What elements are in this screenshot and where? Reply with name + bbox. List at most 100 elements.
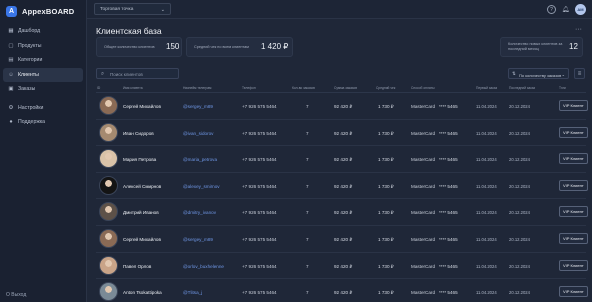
table-row[interactable]: Дмитрий Иванов @dmitry_ivanov +7 926 575 5…	[96, 199, 588, 226]
column-header[interactable]: Тэги	[559, 86, 566, 90]
tag-badge[interactable]: VIP Клиент	[559, 286, 588, 298]
cell-card: MasterCard	[411, 183, 435, 189]
table-row[interactable]: Иван Сидоров @ivan_sidorov +7 926 575 5464…	[96, 120, 588, 147]
cell-username[interactable]: @maria_petrova	[183, 157, 217, 162]
cell-card: MasterCard	[411, 210, 435, 216]
cell-avg: 1 730 ₽	[378, 210, 394, 216]
app-root: A AppexBOARD ▦ Дашборд ▢ Продукты ▤ Категории…	[0, 0, 592, 302]
cell-orders: 7	[306, 104, 309, 109]
column-header[interactable]: Последний заказ	[509, 86, 535, 90]
table-row[interactable]: Сергей Михайлов @sergey_m89 +7 926 575 546…	[96, 226, 588, 253]
tag-badge[interactable]: VIP Клиент	[559, 126, 588, 138]
avatar	[99, 255, 118, 275]
sidebar-item-6[interactable]: ● Поддержка	[3, 115, 83, 130]
cell-username[interactable]: @Tlitsa_j	[183, 290, 202, 295]
column-header[interactable]: Имя клиента	[123, 86, 143, 90]
column-header[interactable]: ID	[97, 86, 100, 90]
sidebar-item-2[interactable]: ▤ Категории	[3, 53, 83, 68]
cell-orders: 7	[306, 183, 309, 189]
cell-last: 20.12.2024	[509, 157, 530, 163]
sidebar-item-0[interactable]: ▦ Дашборд	[3, 24, 83, 39]
avatar	[99, 149, 118, 169]
table-row[interactable]: Алексей Смирнов @alexey_smirnov +7 926 575…	[96, 173, 588, 200]
cart-icon: ▣	[8, 86, 14, 93]
cell-card: MasterCard	[411, 104, 435, 109]
tag-badge[interactable]: VIP Клиент	[559, 100, 588, 111]
filter-icon[interactable]: ≡	[574, 68, 585, 79]
sidebar-item-label: Заказы	[18, 86, 36, 93]
stat-new-clients: Количество новых клиентов за последний м…	[500, 37, 583, 57]
column-header[interactable]: Средний чек	[376, 86, 395, 90]
tag-badge[interactable]: VIP Клиент	[559, 179, 588, 191]
cell-orders: 7	[306, 236, 309, 242]
sidebar-item-label: Дашборд	[18, 28, 41, 35]
cell-last: 20.12.2024	[509, 290, 530, 296]
cell-card: MasterCard	[411, 236, 435, 242]
sidebar-item-1[interactable]: ▢ Продукты	[3, 39, 83, 54]
chevron-down-icon: ⌄	[160, 6, 165, 13]
clients-table: ID Имя клиента Никнейм телеграм Телефон Кол-…	[96, 83, 588, 302]
box-icon: ▢	[8, 42, 14, 49]
search-input[interactable]: ⌕ Поиск клиентов	[96, 68, 179, 79]
cell-name: Мария Петрова	[123, 157, 157, 163]
cell-username[interactable]: @dmitry_ivanov	[183, 210, 216, 215]
sidebar-item-5[interactable]: ⚙ Настройки	[3, 101, 83, 116]
cell-username[interactable]: @orlov_buxhelenne	[183, 264, 224, 269]
table-row[interactable]: Мария Петрова @maria_petrova +7 926 575 54…	[96, 146, 588, 173]
cell-avg: 1 730 ₽	[378, 130, 394, 136]
cell-first: 11.04.2024	[476, 236, 497, 242]
cell-username[interactable]: @sergey_m89	[183, 104, 213, 109]
table-row[interactable]: Сергей Михайлов @sergey_m89 +7 926 575 546…	[96, 93, 588, 120]
help-icon[interactable]: ?	[547, 5, 556, 14]
cell-username[interactable]: @ivan_sidorov	[183, 131, 213, 136]
top-icons: ? 🔔︎ АМ	[542, 4, 586, 15]
logout-button[interactable]: О Выход	[6, 292, 26, 298]
cell-avg: 1 730 ₽	[378, 104, 394, 109]
cell-total: 92 420 ₽	[334, 183, 353, 189]
stat-value: 1 420 ₽	[261, 42, 289, 51]
brand-logo-icon: A	[6, 5, 17, 17]
column-header[interactable]: Сумма заказов	[334, 86, 357, 90]
tag-badge[interactable]: VIP Клиент	[559, 153, 588, 165]
cell-first: 11.04.2024	[476, 104, 497, 109]
tag-badge[interactable]: VIP Клиент	[559, 232, 588, 244]
topbar: Торговая точка ⌄ ? 🔔︎ АМ	[87, 0, 592, 19]
cell-phone: +7 926 575 5464	[242, 263, 277, 269]
user-avatar[interactable]: АМ	[575, 4, 586, 15]
table-body: Сергей Михайлов @sergey_m89 +7 926 575 546…	[96, 93, 588, 302]
sidebar-item-3[interactable]: ☺ Клиенты	[3, 67, 83, 82]
bell-icon[interactable]: 🔔︎	[561, 5, 570, 14]
tag-badge[interactable]: VIP Клиент	[559, 206, 588, 218]
table-row[interactable]: Anton Tsokattipoka @Tlitsa_j +7 926 575 54…	[96, 279, 588, 302]
cell-first: 11.04.2024	[476, 183, 497, 189]
brand[interactable]: A AppexBOARD	[0, 1, 86, 21]
cell-total: 92 420 ₽	[334, 236, 353, 242]
more-icon[interactable]: ···	[575, 26, 582, 33]
support-icon: ●	[9, 119, 13, 126]
cell-username[interactable]: @sergey_m89	[183, 237, 213, 242]
gear-icon: ⚙	[8, 104, 14, 111]
cell-total: 92 420 ₽	[334, 130, 353, 136]
cell-masked: **** 5465	[439, 290, 458, 296]
column-header[interactable]: Кол-во заказов	[292, 86, 315, 90]
table-row[interactable]: Павел Орлов @orlov_buxhelenne +7 926 575 5…	[96, 253, 588, 280]
cell-first: 11.04.2024	[476, 263, 497, 269]
search-placeholder: Поиск клиентов	[110, 72, 143, 77]
column-header[interactable]: Способ оплаты	[411, 86, 435, 90]
cell-first: 11.04.2024	[476, 157, 497, 163]
cell-name: Сергей Михайлов	[123, 236, 161, 242]
cell-phone: +7 926 575 5464	[242, 104, 277, 109]
column-header[interactable]: Телефон	[242, 86, 256, 90]
sort-select[interactable]: ⇅ По количеству заказов ⌄	[508, 68, 569, 79]
sidebar-item-label: Настройки	[18, 104, 44, 111]
cell-card: MasterCard	[411, 290, 435, 296]
column-header[interactable]: Первый заказ	[476, 86, 497, 90]
column-header[interactable]: Никнейм телеграм	[183, 86, 211, 90]
sort-label: По количеству заказов	[519, 72, 562, 78]
tag-badge[interactable]: VIP Клиент	[559, 259, 588, 271]
stat-label: Средний чек по всем клиентам	[194, 45, 249, 49]
cell-orders: 7	[306, 130, 309, 136]
sidebar-item-4[interactable]: ▣ Заказы	[3, 82, 83, 97]
point-select[interactable]: Торговая точка ⌄	[94, 3, 171, 15]
cell-username[interactable]: @alexey_smirnov	[183, 184, 220, 189]
